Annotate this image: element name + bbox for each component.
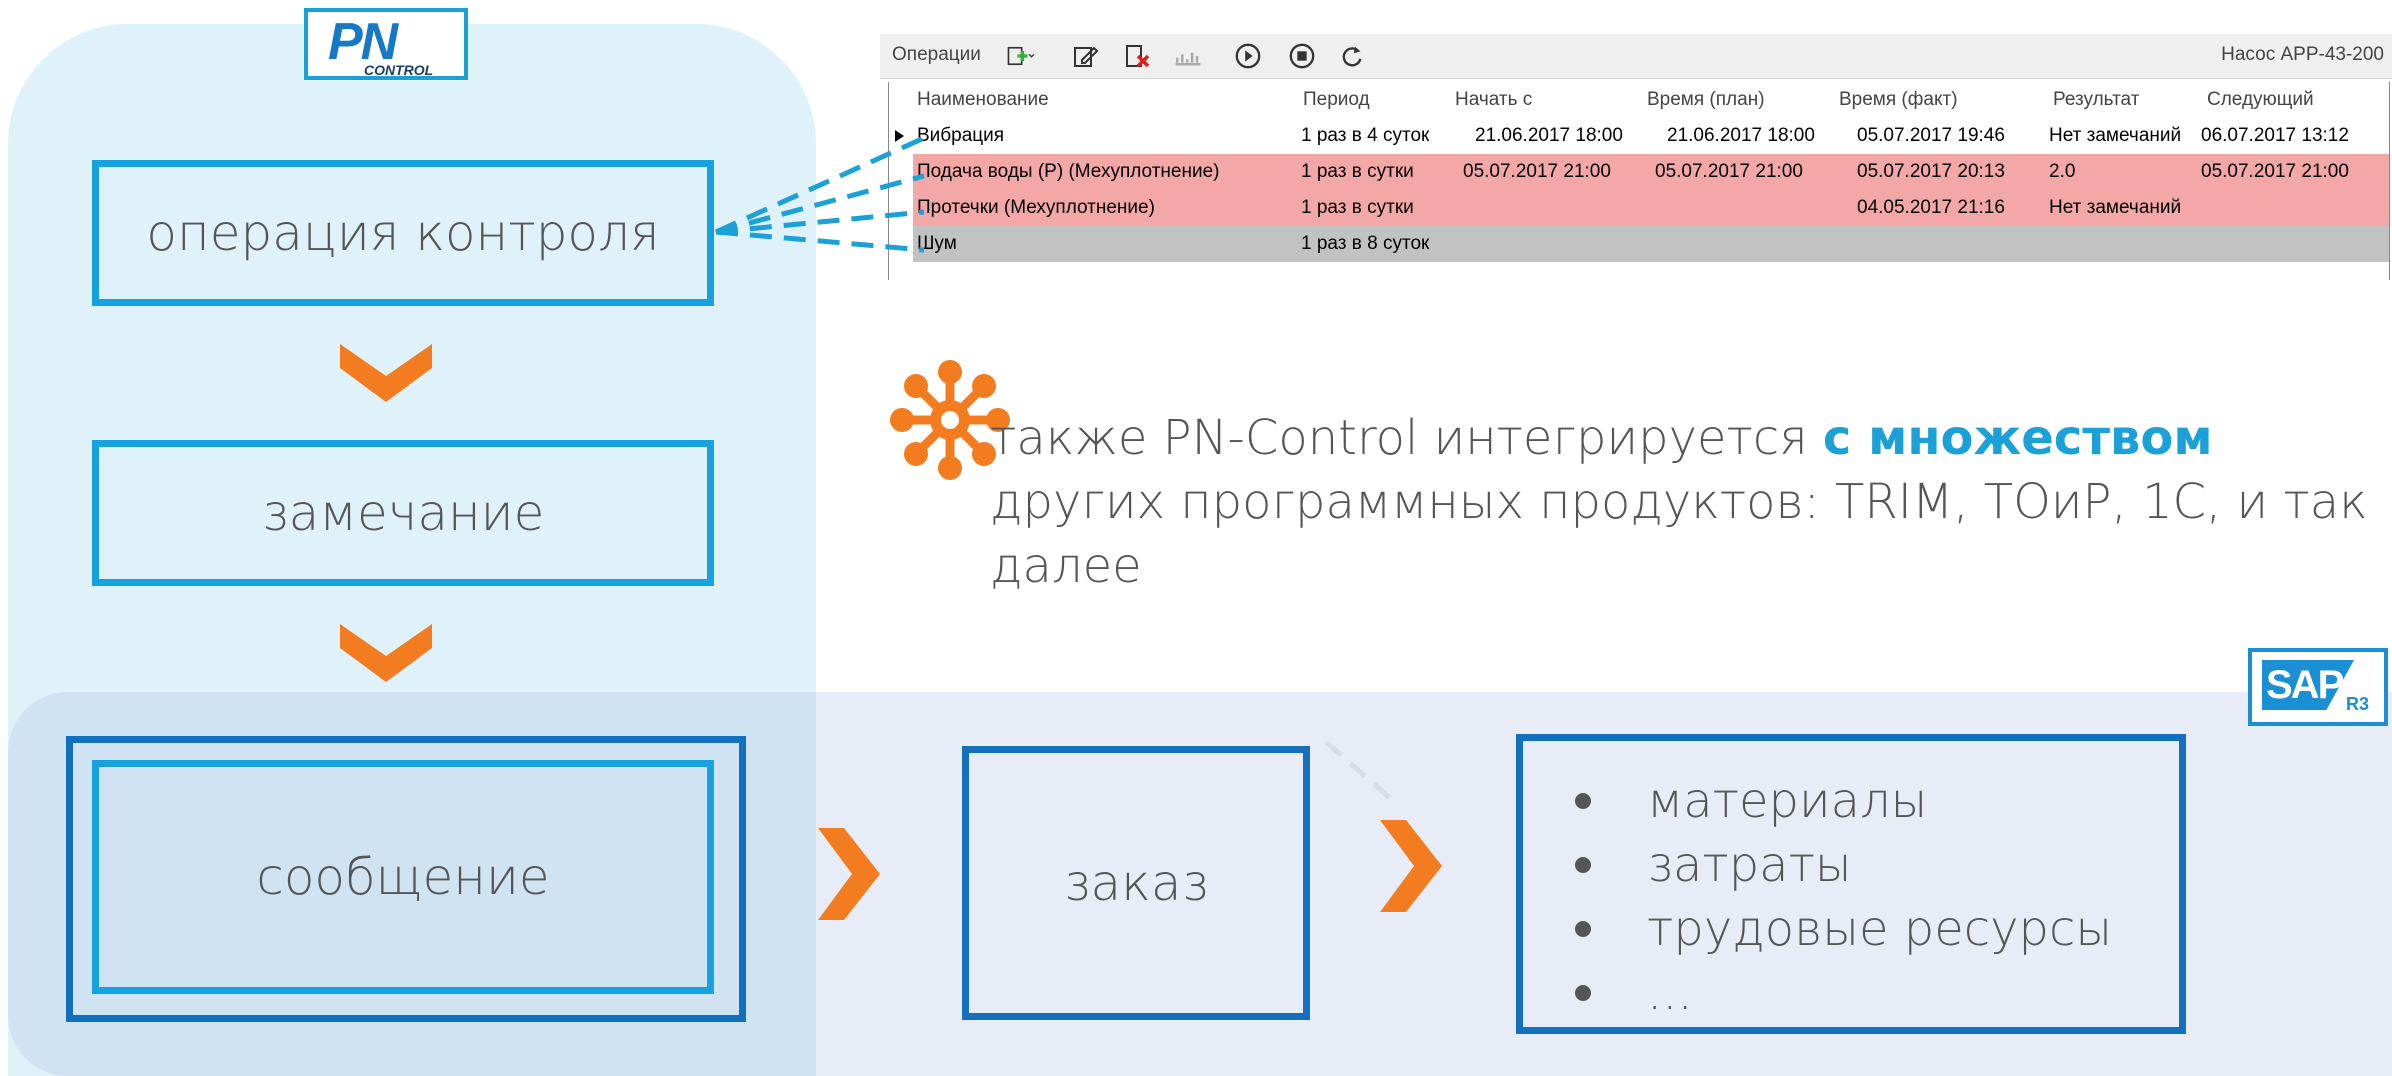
resources-list-box: материалы затраты трудовые ресурсы ...	[1516, 734, 2186, 1034]
table-cell: 05.07.2017 21:00	[1463, 161, 1611, 182]
column-header[interactable]: Наименование	[917, 82, 1049, 118]
table-cell: Шум	[917, 233, 957, 254]
list-item: ...	[1523, 961, 2179, 1025]
column-header[interactable]: Время (факт)	[1839, 82, 1958, 118]
table-cell: Нет замечаний	[2049, 125, 2182, 146]
table-cell: 1 раз в сутки	[1301, 161, 1414, 182]
table-cell: 05.07.2017 20:13	[1857, 161, 2005, 182]
bullet-icon	[1575, 921, 1591, 937]
table-cell: 06.07.2017 13:12	[2201, 125, 2349, 146]
stop-icon[interactable]	[1288, 42, 1316, 70]
operations-grid: Наименование Период Начать с Время (план…	[888, 82, 2390, 280]
list-item: материалы	[1523, 769, 2179, 833]
table-cell: Нет замечаний	[2049, 197, 2182, 218]
table-cell: 1 раз в 4 суток	[1301, 125, 1430, 146]
bullet-icon	[1575, 985, 1591, 1001]
edit-icon[interactable]	[1072, 42, 1100, 70]
bullet-icon	[1575, 793, 1591, 809]
remark-box: замечание	[92, 440, 714, 586]
column-header[interactable]: Начать с	[1455, 82, 1532, 118]
operations-table-screenshot: Операции Насос APP-43-200 Наименование П…	[880, 34, 2392, 280]
integration-text-part2: других программных продуктов: TRIM, ТОиР…	[990, 474, 2368, 594]
table-row[interactable]: Вибрация 1 раз в 4 суток 21.06.2017 18:0…	[889, 118, 2389, 154]
order-box: заказ	[962, 746, 1310, 1020]
bullet-icon	[1575, 857, 1591, 873]
list-item: затраты	[1523, 833, 2179, 897]
table-cell: 1 раз в сутки	[1301, 197, 1414, 218]
integration-highlight: с множеством	[1822, 410, 2213, 466]
table-cell: 05.07.2017 21:00	[2201, 161, 2349, 182]
table-cell: 21.06.2017 18:00	[1667, 125, 1815, 146]
table-row[interactable]: Шум 1 раз в 8 суток	[913, 226, 2389, 262]
row-pointer-icon	[895, 130, 904, 142]
table-cell: Протечки (Мехуплотнение)	[917, 197, 1155, 218]
chevron-down-icon	[340, 624, 432, 682]
column-header[interactable]: Период	[1303, 82, 1370, 118]
sap-r3-logo: SAP R3	[2248, 648, 2388, 726]
toolbar-title: Операции	[892, 44, 981, 65]
sap-logo-text: SAP	[2262, 660, 2354, 710]
add-icon[interactable]	[1006, 42, 1034, 70]
chevron-down-icon	[340, 344, 432, 402]
list-item: трудовые ресурсы	[1523, 897, 2179, 961]
column-header[interactable]: Следующий	[2207, 82, 2314, 118]
table-row[interactable]: Протечки (Мехуплотнение) 1 раз в сутки 0…	[913, 190, 2389, 226]
integration-text: также PN-Control интегрируется с множест…	[990, 406, 2370, 598]
chevron-right-icon	[818, 828, 880, 920]
connector-dashed-line	[1324, 740, 1392, 800]
sap-version-text: R3	[2346, 694, 2370, 714]
logo-control-text: CONTROL	[364, 62, 434, 78]
table-cell: 1 раз в 8 суток	[1301, 233, 1430, 254]
equipment-label: Насос APP-43-200	[2221, 44, 2384, 65]
chart-icon[interactable]	[1174, 42, 1202, 70]
delete-icon[interactable]	[1124, 42, 1152, 70]
message-box: сообщение	[92, 760, 714, 994]
table-row[interactable]: Подача воды (Р) (Мехуплотнение) 1 раз в …	[913, 154, 2389, 190]
refresh-icon[interactable]	[1338, 42, 1366, 70]
operation-box: операция контроля	[92, 160, 714, 306]
table-cell: Подача воды (Р) (Мехуплотнение)	[917, 161, 1220, 182]
pn-control-logo: PN CONTROL	[304, 8, 468, 80]
table-cell: 04.05.2017 21:16	[1857, 197, 2005, 218]
table-cell: 05.07.2017 21:00	[1655, 161, 1803, 182]
chevron-right-icon	[1380, 820, 1442, 912]
integration-text-part1: также PN-Control интегрируется	[990, 410, 1823, 466]
operations-toolbar: Операции Насос APP-43-200	[880, 34, 2392, 79]
table-cell: 2.0	[2049, 161, 2076, 182]
table-header-row: Наименование Период Начать с Время (план…	[889, 82, 2389, 118]
table-cell: 05.07.2017 19:46	[1857, 125, 2005, 146]
column-header[interactable]: Результат	[2053, 82, 2139, 118]
play-icon[interactable]	[1234, 42, 1262, 70]
table-cell: 21.06.2017 18:00	[1475, 125, 1623, 146]
column-header[interactable]: Время (план)	[1647, 82, 1765, 118]
table-cell: Вибрация	[917, 125, 1005, 146]
